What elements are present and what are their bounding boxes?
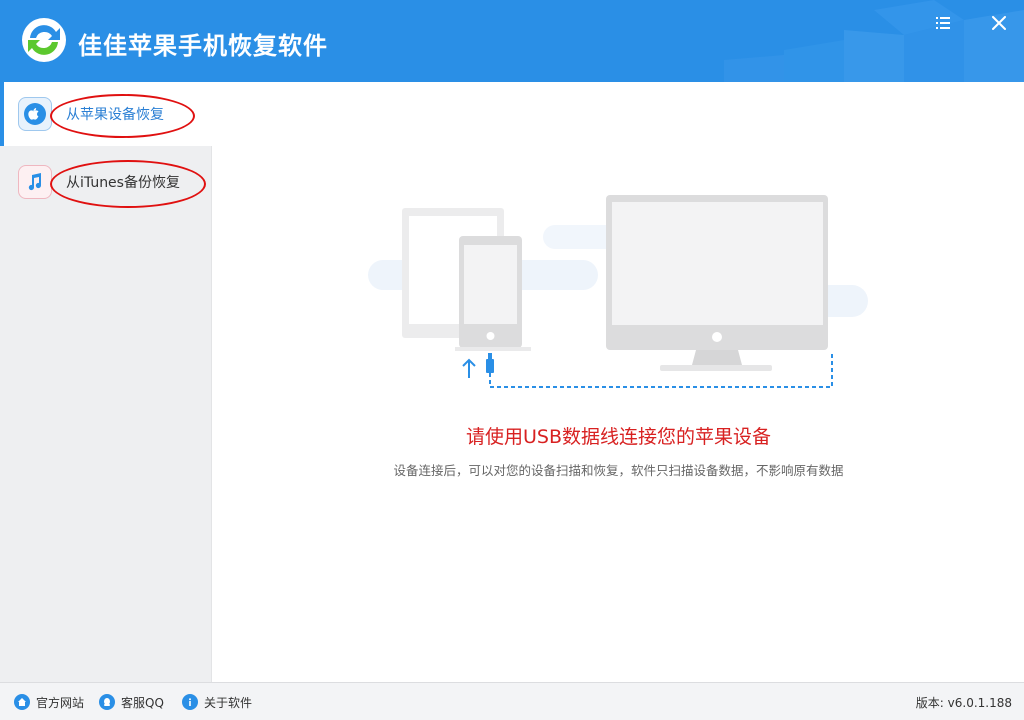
connect-instruction-subtitle: 设备连接后，可以对您的设备扫描和恢复，软件只扫描设备数据，不影响原有数据: [393, 463, 844, 478]
menu-icon: [936, 17, 950, 29]
close-button[interactable]: [988, 12, 1010, 34]
sidebar-item-label: 从苹果设备恢复: [66, 107, 164, 123]
official-website-link[interactable]: 官方网站: [14, 693, 84, 711]
info-icon: [182, 694, 198, 710]
home-icon: [14, 694, 30, 710]
sidebar-item-itunes-recovery[interactable]: 从iTunes备份恢复: [0, 150, 212, 214]
close-icon: [992, 16, 1006, 30]
app-title: 佳佳苹果手机恢复软件: [78, 32, 328, 60]
footer-link-label: 官方网站: [36, 695, 85, 710]
footer-bar: 官方网站 客服QQ 关于软件 版本: v6.0.1.188: [0, 682, 1024, 720]
customer-service-qq-link[interactable]: 客服QQ: [99, 693, 164, 711]
footer-link-label: 关于软件: [204, 695, 253, 710]
qq-icon: [99, 694, 115, 710]
main-panel: 请使用USB数据线连接您的苹果设备 设备连接后，可以对您的设备扫描和恢复，软件只…: [213, 82, 1024, 682]
usb-plug-icon: [488, 353, 492, 359]
sidebar-item-device-recovery[interactable]: 从苹果设备恢复: [0, 82, 212, 146]
sidebar-item-label: 从iTunes备份恢复: [66, 175, 180, 191]
apple-icon: [18, 97, 52, 131]
version-label: 版本: v6.0.1.188: [915, 696, 1012, 710]
title-bar: 佳佳苹果手机恢复软件: [0, 0, 1024, 82]
app-logo-icon: [22, 18, 66, 62]
titlebar-decoration: [724, 0, 1024, 82]
arrow-up-icon: [462, 358, 476, 378]
music-note-icon: [18, 165, 52, 199]
menu-button[interactable]: [932, 12, 954, 34]
connect-instruction-heading: 请使用USB数据线连接您的苹果设备: [465, 426, 771, 448]
about-software-link[interactable]: 关于软件: [182, 693, 252, 711]
footer-link-label: 客服QQ: [121, 695, 164, 710]
device-connection-illustration: [368, 195, 868, 388]
sidebar: 从苹果设备恢复 从iTunes备份恢复: [0, 82, 212, 682]
